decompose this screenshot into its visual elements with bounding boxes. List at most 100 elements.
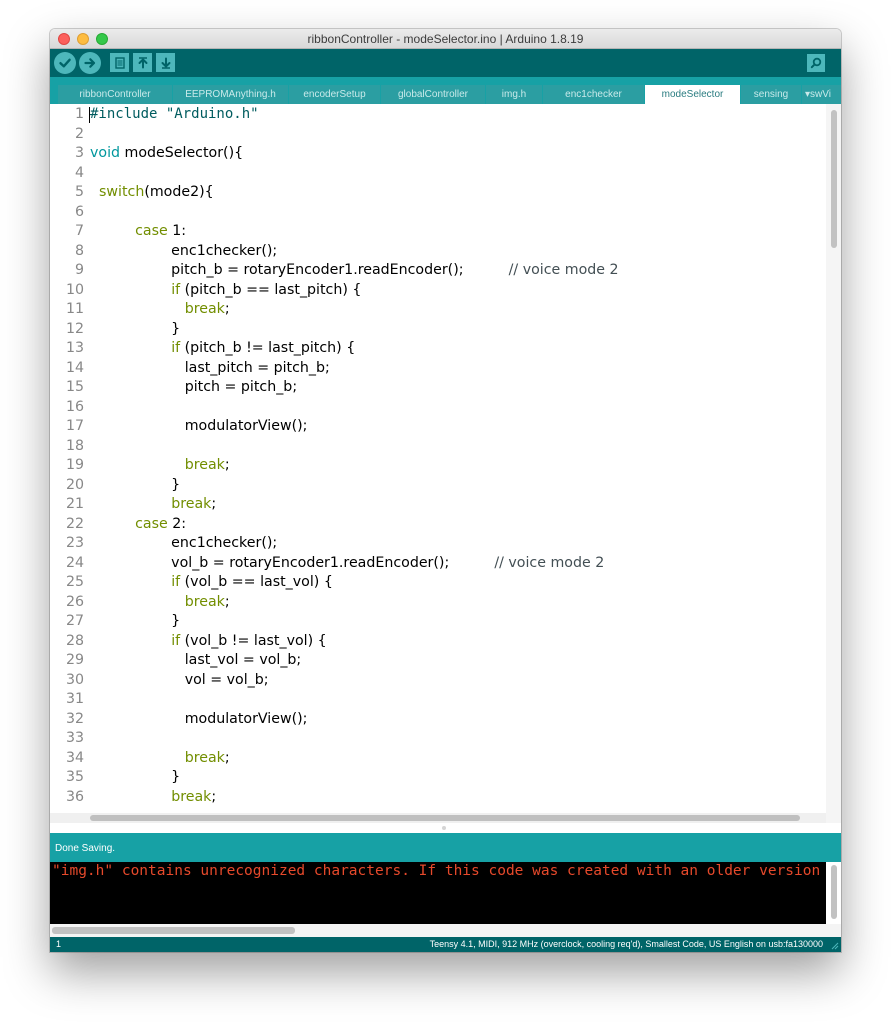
code-token-keyword: break	[184, 593, 225, 610]
line-number: 19	[65, 457, 84, 473]
code-line[interactable]: 26 break;	[50, 593, 230, 613]
editor-horizontal-scrollbar[interactable]	[50, 813, 826, 823]
line-number: 31	[65, 691, 84, 707]
code-line[interactable]: 19 break;	[50, 456, 230, 476]
code-token-keyword: case	[135, 515, 168, 532]
code-line[interactable]: 27 }	[50, 612, 180, 632]
line-number: 33	[65, 730, 84, 746]
code-line[interactable]: 21 break;	[50, 495, 216, 515]
line-number: 3	[74, 145, 84, 161]
code-line[interactable]: 5 switch(mode2){	[50, 183, 214, 203]
code-line[interactable]: 3 void modeSelector(){	[50, 144, 243, 164]
upload-button[interactable]	[79, 52, 101, 74]
code-token-keyword: break	[184, 457, 225, 473]
code-line[interactable]: 6	[50, 203, 90, 223]
code-line[interactable]: 23 enc1checker();	[50, 534, 277, 554]
code-line[interactable]: 18	[50, 437, 90, 457]
code-line[interactable]: 22 case 2:	[50, 515, 186, 535]
line-number: 16	[65, 398, 84, 415]
code-line[interactable]: 28 if (vol_b != last_vol) {	[50, 632, 327, 652]
tab-eeprom-anything[interactable]: EEPROMAnything.h	[173, 85, 288, 104]
code-token-plain: enc1checker();	[90, 535, 278, 551]
code-line[interactable]: 4	[50, 164, 90, 184]
code-line[interactable]: 16	[50, 398, 90, 418]
console-vertical-scroll-thumb[interactable]	[831, 865, 837, 919]
code-line[interactable]: 31	[50, 690, 90, 710]
magnifier-icon	[810, 57, 822, 69]
code-line[interactable]: 29 last_vol = vol_b;	[50, 651, 301, 671]
editor-horizontal-scroll-thumb[interactable]	[90, 815, 800, 821]
code-line[interactable]: 15 pitch = pitch_b;	[50, 378, 297, 398]
line-number: 18	[65, 437, 84, 454]
code-line[interactable]: 8 enc1checker();	[50, 242, 277, 262]
code-line[interactable]: 14 last_pitch = pitch_b;	[50, 359, 330, 379]
editor-vertical-scrollbar[interactable]	[826, 104, 841, 838]
code-line[interactable]: 30 vol = vol_b;	[50, 671, 269, 691]
console-vertical-scrollbar[interactable]	[826, 862, 841, 924]
divider-handle[interactable]	[442, 826, 446, 830]
tab-sensing[interactable]: sensing	[741, 85, 801, 104]
tab-overflow-menu[interactable]: ▾swVi	[802, 85, 841, 104]
code-line[interactable]: 13 if (pitch_b != last_pitch) {	[50, 339, 355, 359]
code-line[interactable]: 34 break;	[50, 749, 230, 769]
code-token-comment: // voice mode 2	[494, 554, 605, 571]
tab-mode-selector[interactable]: modeSelector	[645, 85, 740, 104]
code-line[interactable]: 1 #include "Arduino.h"	[50, 105, 259, 125]
code-line[interactable]: 10 if (pitch_b == last_pitch) {	[50, 281, 362, 301]
split-pane-divider[interactable]	[50, 823, 841, 833]
tab-encoder-setup[interactable]: encoderSetup	[289, 85, 380, 104]
line-number: 22	[65, 515, 84, 532]
editor-vertical-scroll-thumb[interactable]	[831, 110, 837, 248]
toolbar	[50, 49, 841, 77]
line-number: 25	[65, 574, 84, 590]
line-number: 8	[74, 242, 84, 259]
code-line[interactable]: 12 }	[50, 320, 180, 340]
title-bar[interactable]: ribbonController - modeSelector.ino | Ar…	[50, 29, 841, 49]
new-sketch-button[interactable]	[110, 53, 129, 72]
code-line[interactable]: 35 }	[50, 768, 180, 788]
line-number: 23	[65, 535, 84, 551]
tab-enc1checker[interactable]: enc1checker	[543, 85, 644, 104]
code-line[interactable]: 20 }	[50, 476, 180, 496]
code-token-plain: last_pitch = pitch_b;	[90, 359, 330, 376]
verify-button[interactable]	[54, 52, 76, 74]
tab-global-controller[interactable]: globalController	[381, 85, 485, 104]
console-horizontal-scroll-thumb[interactable]	[52, 927, 295, 934]
line-number: 15	[65, 379, 84, 395]
code-line[interactable]: 7 case 1:	[50, 222, 186, 242]
code-line[interactable]: 17 modulatorView();	[50, 417, 308, 437]
code-token-keyword: break	[184, 301, 225, 317]
console-output[interactable]: "img.h" contains unrecognized characters…	[50, 862, 841, 937]
code-token-keyword: if	[171, 632, 181, 649]
code-token-plain: ;	[224, 749, 230, 766]
tab-overflow-label: swVi	[810, 89, 831, 100]
tab-bar: ribbonController EEPROMAnything.h encode…	[50, 77, 841, 104]
resize-grip-icon[interactable]	[829, 940, 839, 950]
serial-monitor-button[interactable]	[807, 54, 825, 72]
tab-ribbon-controller[interactable]: ribbonController	[58, 85, 172, 104]
checkmark-icon	[59, 58, 71, 68]
save-sketch-button[interactable]	[156, 53, 175, 72]
console-horizontal-scrollbar[interactable]	[50, 924, 841, 937]
line-number: 26	[65, 593, 84, 610]
code-line[interactable]: 32 modulatorView();	[50, 710, 308, 730]
code-token-keyword: if	[171, 281, 181, 298]
code-token-plain: (mode2){	[144, 184, 214, 200]
code-line[interactable]: 33	[50, 729, 90, 749]
code-line[interactable]: 2	[50, 125, 90, 145]
code-line[interactable]: 25 if (vol_b == last_vol) {	[50, 573, 333, 593]
open-sketch-button[interactable]	[133, 53, 152, 72]
code-token-plain: 1:	[167, 223, 187, 239]
line-number: 1	[74, 106, 84, 122]
code-line[interactable]: 11 break;	[50, 300, 230, 320]
tab-img-h[interactable]: img.h	[486, 85, 542, 104]
code-editor[interactable]: 1 #include "Arduino.h" 2 3 void modeSelector…	[50, 104, 841, 838]
code-line[interactable]: 36 break;	[50, 788, 216, 808]
code-line[interactable]: 9 pitch_b = rotaryEncoder1.readEncoder()…	[50, 261, 619, 281]
code-line[interactable]: 24 vol_b = rotaryEncoder1.readEncoder();…	[50, 554, 604, 574]
